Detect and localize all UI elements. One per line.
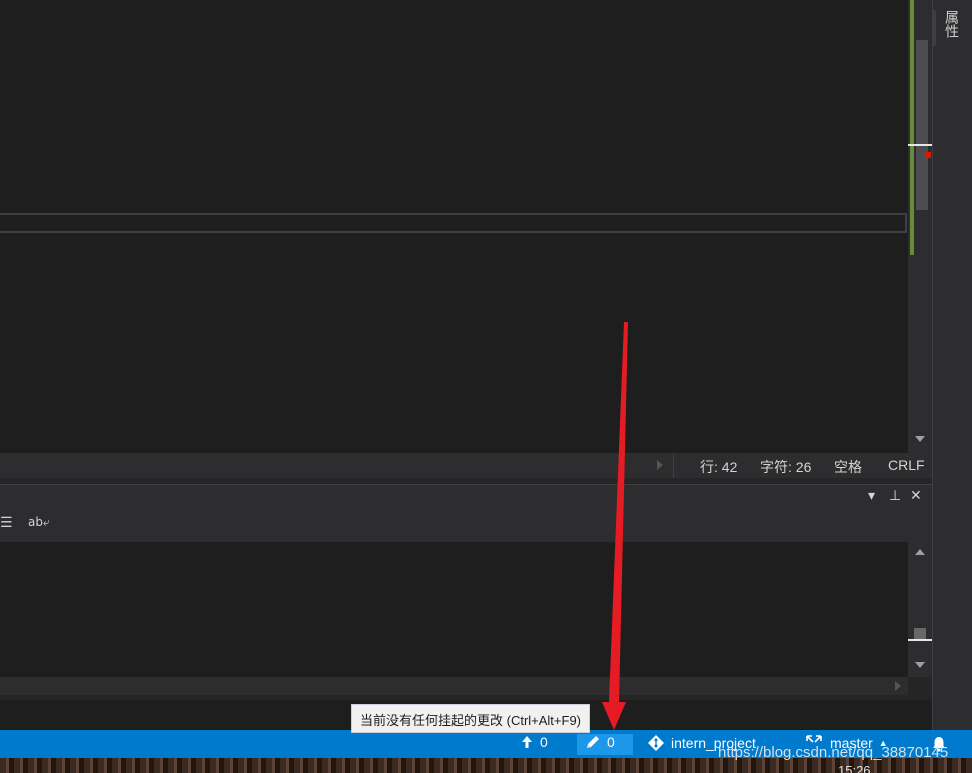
list-icon[interactable]: ☰ (0, 515, 13, 531)
code-editor[interactable] (0, 0, 908, 453)
scroll-right-icon[interactable] (657, 460, 663, 470)
caret-position-marker (908, 144, 932, 146)
pencil-icon (587, 736, 599, 748)
properties-tab[interactable]: 属性 (933, 10, 965, 46)
divider (673, 453, 674, 478)
git-icon (648, 735, 664, 751)
panel-header: ▾ ⊥ ✕ (0, 484, 932, 508)
scroll-down-icon[interactable] (915, 662, 925, 668)
editor-vertical-scrollbar[interactable] (908, 0, 932, 453)
pending-changes-tooltip: 当前没有任何挂起的更改 (Ctrl+Alt+F9) (351, 704, 591, 733)
scroll-up-icon[interactable] (915, 549, 925, 555)
scroll-down-icon[interactable] (915, 436, 925, 442)
push-count: 0 (540, 734, 548, 750)
pending-changes-button[interactable]: 0 (585, 734, 615, 750)
char-indicator[interactable]: 字符: 26 (760, 457, 811, 477)
pin-icon[interactable]: ⊥ (889, 488, 901, 504)
output-vertical-scrollbar[interactable] (908, 542, 932, 677)
right-tool-strip: 属性 (932, 0, 972, 773)
scrollbar-thumb[interactable] (916, 40, 928, 210)
line-indicator[interactable]: 行: 42 (700, 457, 737, 477)
output-horizontal-scrollbar[interactable] (0, 677, 908, 695)
error-marker (925, 152, 931, 158)
close-icon[interactable]: ✕ (910, 488, 922, 504)
panel-toolbar: ☰ ab⤶ (0, 508, 932, 542)
watermark: https://blog.csdn.net/qq_38870145 (718, 744, 949, 761)
indent-mode[interactable]: 空格 (834, 457, 862, 477)
clock: 15:26 (838, 763, 871, 773)
scroll-right-icon[interactable] (895, 681, 901, 691)
word-wrap-icon[interactable]: ab⤶ (28, 515, 50, 530)
unpushed-commits-button[interactable]: 0 (520, 734, 548, 750)
editor-status-strip: 行: 42 字符: 26 空格 CRLF (0, 453, 932, 478)
editor-input-bar[interactable] (0, 213, 907, 233)
caret-position-marker (908, 639, 932, 641)
pending-changes-count: 0 (607, 734, 615, 750)
arrow-up-icon (522, 736, 532, 748)
line-ending[interactable]: CRLF (888, 457, 925, 473)
output-content[interactable] (0, 542, 908, 677)
panel-dropdown-icon[interactable]: ▾ (868, 488, 875, 504)
output-panel: ▾ ⊥ ✕ ☰ ab⤶ (0, 478, 932, 700)
change-indicator-bar (910, 0, 914, 255)
